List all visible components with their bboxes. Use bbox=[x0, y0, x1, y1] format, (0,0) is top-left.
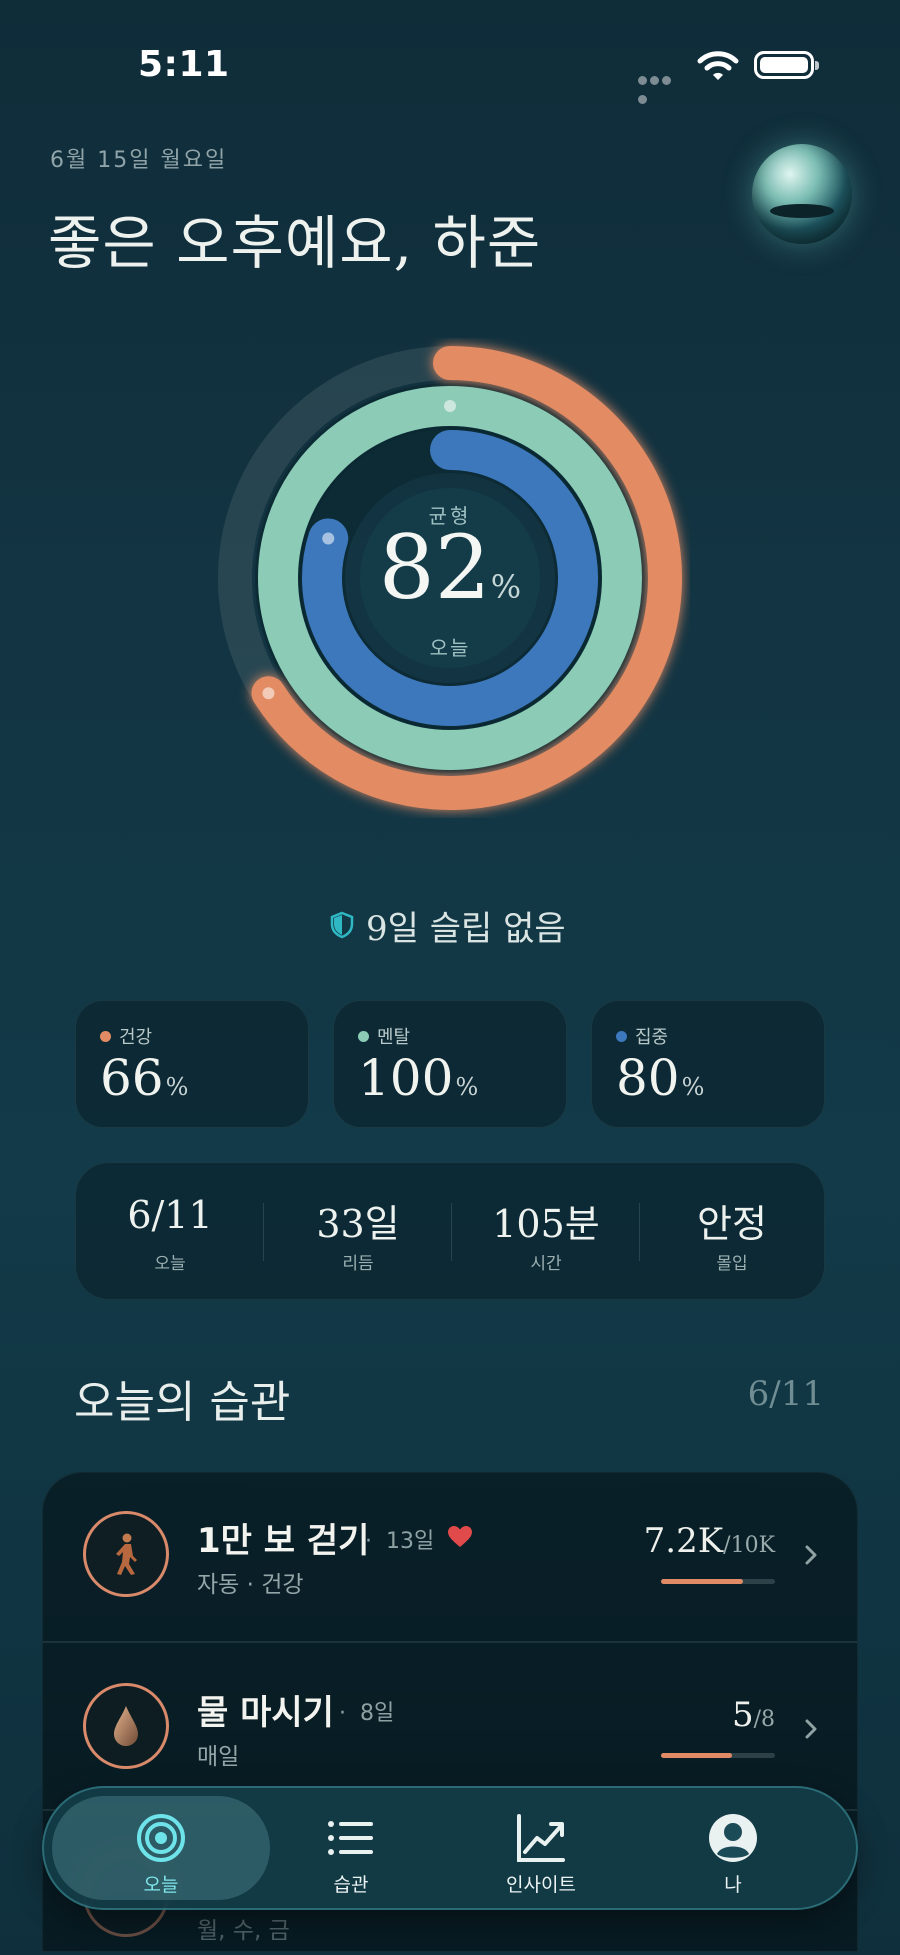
nav-tab-insights[interactable]: 인사이트 bbox=[446, 1788, 636, 1908]
habit-target: /8 bbox=[753, 1707, 775, 1732]
date-label: 6월 15일 월요일 bbox=[50, 148, 228, 173]
cellular-signal-icon bbox=[638, 70, 684, 104]
score-unit: % bbox=[490, 568, 522, 606]
habit-subtitle: 매일 bbox=[197, 1744, 240, 1770]
summary-label: 리듬 bbox=[342, 1254, 374, 1274]
stat-label: 건강 bbox=[119, 1027, 153, 1048]
focus-dot bbox=[616, 1030, 627, 1042]
health-ring-marker bbox=[262, 687, 275, 700]
stat-label: 집중 bbox=[635, 1027, 669, 1048]
habit-progress-bar bbox=[661, 1579, 775, 1584]
status-time: 5:11 bbox=[138, 44, 230, 85]
stat-unit: % bbox=[681, 1073, 705, 1101]
profile-icon bbox=[709, 1814, 757, 1862]
habit-streak-days: 13일 bbox=[385, 1529, 435, 1554]
nav-label: 습관 bbox=[333, 1874, 369, 1896]
mental-ring-marker bbox=[444, 400, 456, 412]
summary-rhythm: 33일 리듬 bbox=[264, 1163, 452, 1301]
habits-section-count: 6/11 bbox=[747, 1374, 824, 1414]
streak-text: 9일 슬립 없음 bbox=[366, 908, 566, 949]
list-icon bbox=[328, 1821, 373, 1855]
nav-label: 인사이트 bbox=[506, 1874, 576, 1896]
stat-card-health[interactable]: 건강 66% bbox=[75, 1000, 309, 1128]
chevron-right-icon[interactable] bbox=[801, 1719, 821, 1739]
summary-value: 33일 bbox=[316, 1202, 400, 1246]
habit-row-walking[interactable]: 1만 보 걷기 · 13일 자동 · 건강 7.2K/10K bbox=[43, 1473, 857, 1641]
habit-subtitle: 월, 수, 금 bbox=[197, 1918, 290, 1944]
walking-icon bbox=[83, 1511, 169, 1597]
chevron-right-icon[interactable] bbox=[801, 1545, 821, 1565]
summary-time: 105분 시간 bbox=[452, 1163, 640, 1301]
score-number: 82 bbox=[378, 516, 491, 619]
chart-icon bbox=[517, 1814, 565, 1862]
habit-name: 물 마시기 bbox=[197, 1693, 334, 1733]
battery-icon bbox=[754, 51, 819, 79]
streak-indicator: 9일 슬립 없음 bbox=[330, 900, 570, 950]
shield-icon bbox=[330, 911, 354, 939]
nav-tab-me[interactable]: 나 bbox=[638, 1788, 828, 1908]
habit-name: 1만 보 걷기 bbox=[197, 1521, 370, 1561]
score-value: 82% bbox=[300, 516, 600, 619]
mental-dot bbox=[358, 1030, 369, 1042]
summary-value: 105분 bbox=[492, 1202, 600, 1246]
habit-progress-fill bbox=[661, 1753, 733, 1758]
summary-value: 6/11 bbox=[127, 1193, 213, 1237]
habit-value: 5 bbox=[731, 1695, 754, 1735]
bottom-nav: 오늘 습관 인사이트 나 bbox=[42, 1786, 858, 1910]
habit-progress-value: 5/8 bbox=[732, 1695, 775, 1735]
stat-unit: % bbox=[165, 1073, 189, 1101]
target-icon bbox=[137, 1814, 185, 1862]
nav-tab-habits[interactable]: 습관 bbox=[256, 1788, 446, 1908]
summary-today: 6/11 오늘 bbox=[76, 1163, 264, 1301]
habit-streak-days: 8일 bbox=[359, 1701, 395, 1726]
water-drop-icon bbox=[83, 1683, 169, 1769]
summary-label: 시간 bbox=[530, 1254, 562, 1274]
stat-value: 80 bbox=[616, 1049, 680, 1107]
summary-label: 몰입 bbox=[716, 1254, 748, 1274]
nav-label: 오늘 bbox=[143, 1874, 179, 1896]
summary-label: 오늘 bbox=[154, 1254, 186, 1274]
stat-label: 멘탈 bbox=[377, 1027, 411, 1048]
summary-value: 안정 bbox=[697, 1202, 767, 1246]
greeting-title: 좋은 오후예요, 하준 bbox=[48, 209, 542, 277]
wifi-icon bbox=[697, 51, 739, 80]
stat-unit: % bbox=[455, 1073, 479, 1101]
habit-streak: · 8일 bbox=[339, 1701, 395, 1726]
habit-target: /10K bbox=[723, 1533, 775, 1558]
heart-icon bbox=[448, 1526, 472, 1547]
habit-progress-bar bbox=[661, 1753, 775, 1758]
habit-progress-fill bbox=[661, 1579, 744, 1584]
score-sub: 오늘 bbox=[429, 636, 471, 660]
avatar[interactable] bbox=[752, 144, 852, 244]
health-dot bbox=[100, 1030, 111, 1042]
nav-label: 나 bbox=[724, 1874, 742, 1896]
habit-progress-value: 7.2K/10K bbox=[644, 1521, 775, 1561]
habit-value: 7.2K bbox=[643, 1521, 724, 1561]
summary-card: 6/11 오늘 33일 리듬 105분 시간 안정 몰입 bbox=[75, 1162, 825, 1300]
summary-flow: 안정 몰입 bbox=[638, 1163, 826, 1301]
stat-value: 100 bbox=[358, 1049, 454, 1107]
stat-value: 66 bbox=[100, 1049, 164, 1107]
stat-card-focus[interactable]: 집중 80% bbox=[591, 1000, 825, 1128]
stat-card-mental[interactable]: 멘탈 100% bbox=[333, 1000, 567, 1128]
habit-subtitle: 자동 · 건강 bbox=[197, 1572, 304, 1598]
habit-streak: · 13일 bbox=[365, 1529, 435, 1554]
habits-section-title: 오늘의 습관 bbox=[74, 1377, 291, 1428]
nav-tab-today[interactable]: 오늘 bbox=[66, 1788, 256, 1908]
